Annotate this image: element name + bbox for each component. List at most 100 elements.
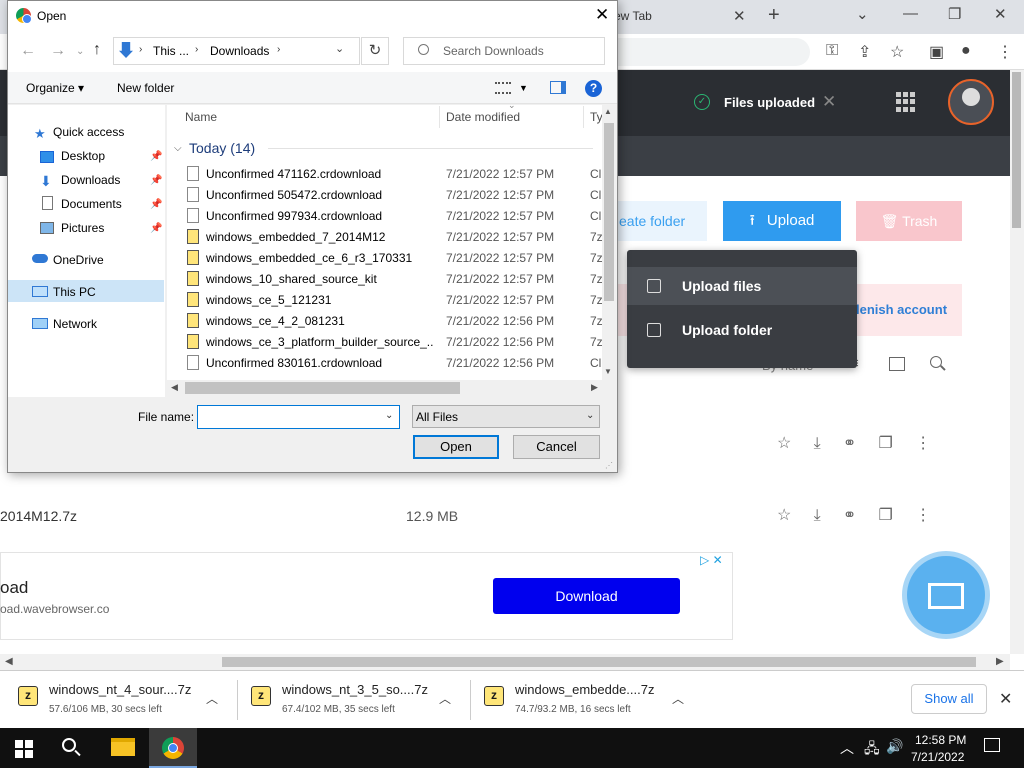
file-row[interactable]: Unconfirmed 471162.crdownload 7/21/2022 1… (185, 163, 605, 184)
breadcrumb-downloads[interactable]: Downloads (210, 44, 269, 58)
file-row[interactable]: windows_embedded_ce_6_r3_170331 7/21/2022… (185, 247, 605, 268)
column-header-date[interactable]: Date modified (446, 110, 520, 124)
preview-pane-icon[interactable] (550, 81, 566, 94)
more-icon[interactable]: ⋮ (915, 435, 931, 452)
pin-icon[interactable]: 📌 (150, 151, 162, 162)
close-shelf-icon[interactable]: ✕ (999, 689, 1012, 709)
more-icon[interactable]: ⋮ (915, 507, 931, 524)
side-panel-icon[interactable]: ▣ (929, 42, 944, 62)
column-separator[interactable] (583, 106, 584, 128)
nav-network[interactable]: Network (53, 317, 97, 331)
refresh-icon[interactable]: ↻ (361, 37, 389, 65)
copy-icon[interactable]: ❐ (879, 435, 893, 452)
dialog-horizontal-scroll-thumb[interactable] (185, 382, 460, 394)
network-icon[interactable]: 🖧 (864, 738, 880, 762)
search-icon[interactable] (930, 356, 942, 368)
bookmark-star-icon[interactable]: ☆ (890, 42, 904, 62)
chevron-up-icon[interactable]: ︿ (206, 690, 218, 707)
file-name-dropdown-icon[interactable]: ⌄ (385, 410, 393, 421)
group-header-today[interactable]: Today (14) (189, 140, 255, 156)
file-row[interactable]: Unconfirmed 830161.crdownload 7/21/2022 1… (185, 352, 605, 373)
file-explorer-icon[interactable] (111, 738, 135, 756)
nav-onedrive[interactable]: OneDrive (53, 253, 104, 267)
download-item[interactable]: z windows_nt_3_5_so....7z 67.4/102 MB, 3… (251, 680, 466, 720)
ad-download-button[interactable]: Download (493, 578, 680, 614)
scroll-left-arrow-icon[interactable]: ◀ (171, 382, 178, 393)
pin-icon[interactable]: 📌 (150, 175, 162, 186)
column-header-type[interactable]: Ty (590, 110, 603, 124)
tray-chevron-icon[interactable]: ︿ (840, 738, 854, 758)
file-row-name[interactable]: 2014M12.7z (0, 508, 77, 524)
download-icon[interactable]: ⤓ (814, 507, 821, 524)
file-row[interactable]: windows_embedded_7_2014M12 7/21/2022 12:5… (185, 226, 605, 247)
create-folder-button[interactable]: eate folder (617, 201, 707, 241)
file-type-dropdown-icon[interactable]: ⌄ (586, 410, 594, 421)
group-collapse-chevron-icon[interactable]: ⌵ (174, 143, 182, 154)
breadcrumb-this-pc[interactable]: This ... (153, 44, 189, 58)
adchoices-icon[interactable]: ▷ ✕ (700, 553, 723, 567)
clock-time[interactable]: 12:58 PM (915, 733, 966, 747)
nav-downloads[interactable]: Downloads (61, 173, 120, 187)
mail-fab-button[interactable] (902, 551, 990, 639)
up-arrow-icon[interactable]: ↑ (93, 41, 101, 59)
download-item[interactable]: z windows_nt_4_sour....7z 57.6/106 MB, 3… (18, 680, 233, 720)
close-icon[interactable]: ✕ (822, 92, 836, 112)
window-close-icon[interactable]: ✕ (994, 5, 1007, 23)
notifications-icon[interactable] (984, 738, 1000, 752)
open-button[interactable]: Open (413, 435, 499, 459)
new-tab-icon[interactable]: + (768, 4, 780, 27)
window-restore-icon[interactable]: ❐ (948, 5, 961, 23)
file-row[interactable]: windows_ce_4_2_081231 7/21/2022 12:56 PM 7… (185, 310, 605, 331)
upload-button[interactable]: ⭱ Upload (723, 201, 841, 241)
scroll-left-arrow-icon[interactable]: ◀ (5, 656, 13, 667)
star-icon[interactable]: ☆ (777, 435, 791, 452)
upload-folder-item[interactable]: Upload folder (627, 311, 857, 349)
scroll-right-arrow-icon[interactable]: ▶ (591, 382, 598, 393)
pin-icon[interactable]: 📌 (150, 223, 162, 234)
nav-pictures[interactable]: Pictures (61, 221, 104, 235)
grid-view-icon[interactable] (889, 357, 905, 371)
help-icon[interactable]: ? (585, 80, 602, 97)
taskbar-search-icon[interactable] (62, 738, 76, 752)
breadcrumb-chevron-icon[interactable]: › (139, 44, 142, 55)
apps-grid-icon[interactable] (896, 92, 916, 112)
breadcrumb-chevron-icon[interactable]: › (195, 44, 198, 55)
scroll-up-arrow-icon[interactable]: ▲ (604, 107, 612, 116)
download-icon[interactable]: ⤓ (814, 435, 821, 452)
page-vertical-scroll-thumb[interactable] (1012, 72, 1021, 228)
file-row[interactable]: windows_10_shared_source_kit 7/21/2022 12… (185, 268, 605, 289)
scroll-right-arrow-icon[interactable]: ▶ (996, 656, 1004, 667)
organize-menu[interactable]: Organize ▾ (26, 81, 84, 95)
upload-files-item[interactable]: Upload files (627, 267, 857, 305)
link-icon[interactable]: ⚭ (843, 435, 856, 452)
menu-kebab-icon[interactable]: ⋮ (997, 42, 1013, 62)
view-dropdown-icon[interactable]: ▼ (519, 83, 528, 93)
chevron-up-icon[interactable]: ︿ (672, 690, 684, 707)
user-avatar[interactable] (948, 79, 994, 125)
trash-button[interactable]: 🗑 Trash (856, 201, 962, 241)
ad-url[interactable]: oad.wavebrowser.co (0, 602, 109, 616)
back-arrow-icon[interactable]: ← (20, 42, 36, 60)
nav-desktop[interactable]: Desktop (61, 149, 105, 163)
dialog-close-icon[interactable]: ✕ (595, 5, 609, 25)
file-row[interactable]: windows_ce_3_platform_builder_source_...… (185, 331, 605, 352)
nav-documents[interactable]: Documents (61, 197, 122, 211)
cancel-button[interactable]: Cancel (513, 435, 600, 459)
file-row[interactable]: Unconfirmed 997934.crdownload 7/21/2022 1… (185, 205, 605, 226)
download-item[interactable]: z windows_embedde....7z 74.7/93.2 MB, 16… (484, 680, 699, 720)
recent-locations-icon[interactable]: ⌄ (76, 46, 84, 57)
scroll-down-arrow-icon[interactable]: ▼ (604, 367, 612, 376)
nav-quick-access[interactable]: Quick access (53, 125, 124, 139)
windows-start-icon[interactable] (15, 740, 33, 758)
tab-close-icon[interactable]: ✕ (733, 7, 746, 25)
volume-icon[interactable]: 🔊 (886, 738, 903, 755)
link-icon[interactable]: ⚭ (843, 507, 856, 524)
page-horizontal-scroll-thumb[interactable] (222, 657, 976, 667)
clock-date[interactable]: 7/21/2022 (911, 750, 964, 764)
profile-icon[interactable]: ● (961, 42, 971, 60)
column-header-name[interactable]: Name (185, 110, 217, 124)
address-dropdown-icon[interactable]: ⌄ (335, 42, 344, 55)
file-row[interactable]: windows_ce_5_121231 7/21/2022 12:57 PM 7z (185, 289, 605, 310)
forward-arrow-icon[interactable]: → (50, 42, 66, 60)
file-row[interactable]: Unconfirmed 505472.crdownload 7/21/2022 1… (185, 184, 605, 205)
